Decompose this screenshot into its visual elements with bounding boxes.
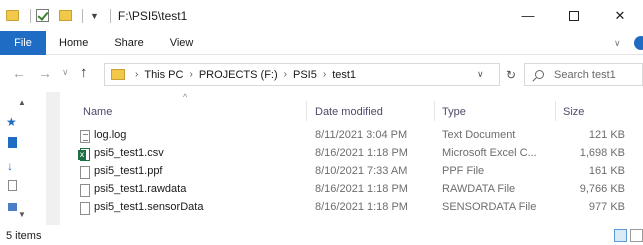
desktop-folder-icon[interactable] bbox=[8, 137, 17, 148]
file-date-modified: 8/16/2021 1:18 PM bbox=[315, 183, 408, 195]
file-size: 121 KB bbox=[588, 129, 625, 141]
file-date-modified: 8/16/2021 1:18 PM bbox=[315, 201, 408, 213]
large-icons-view-icon[interactable] bbox=[630, 229, 643, 242]
file-row[interactable]: log.log 8/11/2021 3:04 PM Text Document … bbox=[75, 128, 643, 145]
address-bar[interactable]: › This PC › PROJECTS (F:) › PSI5 › test1… bbox=[104, 63, 500, 86]
file-row[interactable]: psi5_test1.ppf 8/10/2021 7:33 AM PPF Fil… bbox=[75, 164, 643, 181]
divider bbox=[109, 8, 111, 23]
properties-checkbox-icon[interactable] bbox=[36, 9, 49, 22]
recent-locations-chevron-icon[interactable]: ∨ bbox=[62, 67, 69, 78]
quick-access-star-icon[interactable]: ★ bbox=[6, 115, 17, 129]
excel-file-icon bbox=[78, 148, 90, 161]
tab-view[interactable]: View bbox=[157, 31, 207, 55]
file-size: 161 KB bbox=[588, 165, 625, 177]
blank-file-icon bbox=[80, 202, 90, 215]
sort-ascending-icon: ^ bbox=[183, 92, 188, 102]
file-date-modified: 8/11/2021 3:04 PM bbox=[315, 129, 408, 141]
navigation-pane: ▲ ★ ↓ ▼ bbox=[0, 92, 60, 225]
file-name: psi5_test1.rawdata bbox=[94, 183, 187, 195]
tab-share[interactable]: Share bbox=[101, 31, 156, 55]
breadcrumb-projects[interactable]: PROJECTS (F:) bbox=[199, 69, 278, 81]
breadcrumb-psi5[interactable]: PSI5 bbox=[293, 69, 317, 81]
file-type: RAWDATA File bbox=[442, 183, 516, 195]
search-placeholder: Search test1 bbox=[554, 68, 616, 81]
ribbon-tabs: File Home Share View ∨ bbox=[0, 30, 643, 55]
chevron-right-icon[interactable]: › bbox=[135, 69, 138, 80]
file-type: SENSORDATA File bbox=[442, 201, 537, 213]
file-name: psi5_test1.csv bbox=[94, 147, 164, 159]
breadcrumb-this-pc[interactable]: This PC bbox=[144, 69, 183, 81]
address-row: ← → ∨ ↑ › This PC › PROJECTS (F:) › PSI5… bbox=[0, 56, 643, 92]
up-arrow-icon[interactable]: ↑ bbox=[80, 64, 88, 81]
item-count: 5 items bbox=[6, 229, 42, 242]
scroll-up-icon[interactable]: ▲ bbox=[18, 98, 26, 107]
file-row[interactable]: psi5_test1.rawdata 8/16/2021 1:18 PM RAW… bbox=[75, 182, 643, 199]
this-pc-icon[interactable] bbox=[8, 203, 17, 211]
breadcrumb-test1[interactable]: test1 bbox=[332, 69, 356, 81]
file-name: psi5_test1.sensorData bbox=[94, 201, 204, 213]
title-bar: ▼ F:\PSI5\test1 — ✕ bbox=[0, 0, 643, 31]
folder-icon bbox=[6, 10, 19, 21]
search-icon bbox=[535, 70, 544, 79]
file-size: 1,698 KB bbox=[579, 147, 625, 159]
maximize-icon bbox=[569, 10, 579, 21]
column-divider[interactable] bbox=[434, 101, 435, 121]
file-date-modified: 8/10/2021 7:33 AM bbox=[315, 165, 408, 177]
column-header-type[interactable]: Type bbox=[442, 98, 466, 126]
customize-toolbar-dropdown-icon[interactable]: ▼ bbox=[90, 11, 99, 21]
file-name: log.log bbox=[94, 129, 127, 141]
folder-icon bbox=[111, 69, 125, 80]
details-view-icon[interactable] bbox=[614, 229, 627, 242]
close-button[interactable]: ✕ bbox=[597, 0, 643, 31]
navigation-scrollbar[interactable] bbox=[46, 92, 60, 225]
file-row[interactable]: psi5_test1.sensorData 8/16/2021 1:18 PM … bbox=[75, 200, 643, 217]
tab-home[interactable]: Home bbox=[46, 31, 101, 55]
divider bbox=[30, 8, 31, 23]
file-date-modified: 8/16/2021 1:18 PM bbox=[315, 147, 408, 159]
text-file-icon bbox=[80, 130, 90, 143]
forward-arrow-icon[interactable]: → bbox=[38, 65, 52, 81]
column-header-size[interactable]: Size bbox=[563, 98, 584, 126]
help-icon[interactable] bbox=[634, 36, 643, 50]
file-size: 977 KB bbox=[588, 201, 625, 213]
scroll-down-icon[interactable]: ▼ bbox=[18, 210, 26, 219]
file-type: Microsoft Excel C... bbox=[442, 147, 537, 159]
back-arrow-icon[interactable]: ← bbox=[12, 65, 26, 81]
window-title: F:\PSI5\test1 bbox=[117, 8, 188, 23]
column-divider[interactable] bbox=[555, 101, 556, 121]
tab-file[interactable]: File bbox=[0, 30, 46, 55]
file-size: 9,766 KB bbox=[579, 183, 625, 195]
file-name: psi5_test1.ppf bbox=[94, 165, 163, 177]
maximize-button[interactable] bbox=[551, 0, 597, 31]
file-row[interactable]: psi5_test1.csv 8/16/2021 1:18 PM Microso… bbox=[75, 146, 643, 163]
blank-file-icon bbox=[80, 184, 90, 197]
blank-file-icon bbox=[80, 166, 90, 179]
minimize-button[interactable]: — bbox=[505, 0, 551, 31]
downloads-icon[interactable]: ↓ bbox=[7, 159, 16, 173]
chevron-right-icon[interactable]: › bbox=[189, 69, 192, 80]
new-folder-icon[interactable] bbox=[59, 10, 72, 21]
column-header-date-modified[interactable]: Date modified bbox=[315, 98, 383, 126]
chevron-right-icon[interactable]: › bbox=[323, 69, 326, 80]
status-bar: 5 items bbox=[0, 226, 643, 245]
address-dropdown-chevron-icon[interactable]: ∨ bbox=[477, 69, 484, 80]
column-divider[interactable] bbox=[306, 101, 307, 121]
expand-ribbon-chevron-icon[interactable]: ∨ bbox=[614, 38, 621, 49]
column-header-name[interactable]: Name bbox=[83, 98, 112, 126]
refresh-icon[interactable]: ↻ bbox=[506, 68, 516, 82]
documents-icon[interactable] bbox=[8, 180, 17, 191]
quick-access-toolbar: ▼ bbox=[6, 8, 116, 23]
search-input[interactable]: Search test1 bbox=[524, 63, 643, 86]
file-type: Text Document bbox=[442, 129, 516, 141]
file-type: PPF File bbox=[442, 165, 485, 177]
divider bbox=[82, 8, 83, 23]
chevron-right-icon[interactable]: › bbox=[284, 69, 287, 80]
